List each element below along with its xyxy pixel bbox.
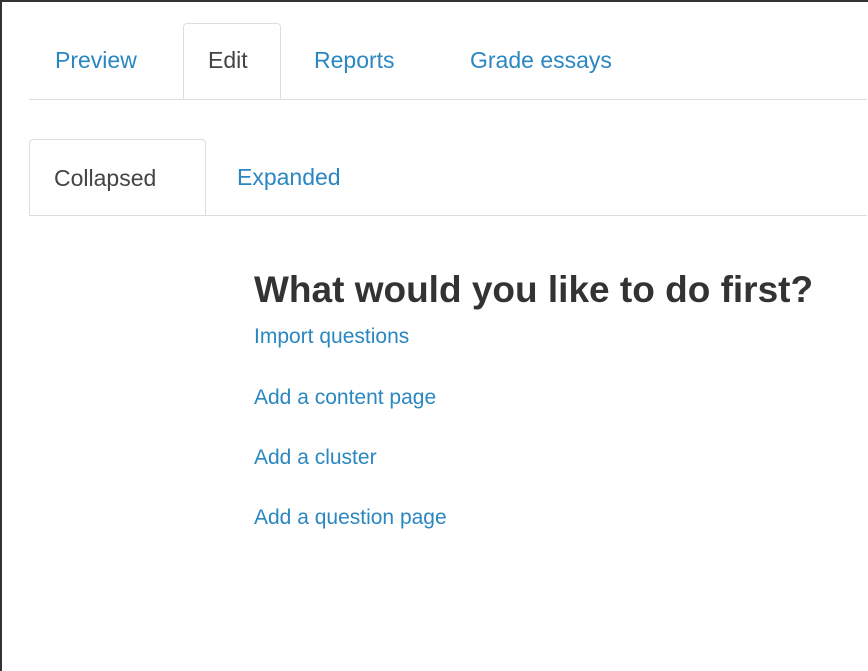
tab-reports[interactable]: Reports (314, 49, 395, 72)
secondary-tab-bar: Collapsed Expanded (29, 139, 867, 216)
tab-grade-essays[interactable]: Grade essays (470, 49, 612, 72)
tab-collapsed-label: Collapsed (54, 165, 157, 191)
main-content: What would you like to do first? Import … (254, 259, 867, 581)
primary-tab-bar: Preview Edit Reports Grade essays (29, 23, 867, 100)
frame-border-top (0, 0, 868, 2)
tab-grade-essays-label: Grade essays (470, 47, 612, 73)
tab-preview-label: Preview (55, 47, 137, 73)
add-cluster-link[interactable]: Add a cluster (254, 446, 377, 470)
tab-edit-label: Edit (208, 47, 248, 73)
tab-expanded[interactable]: Expanded (237, 166, 341, 189)
add-content-page-link[interactable]: Add a content page (254, 386, 436, 410)
tab-reports-label: Reports (314, 47, 395, 73)
add-question-page-link[interactable]: Add a question page (254, 506, 447, 530)
page-heading: What would you like to do first? (254, 269, 814, 310)
tab-expanded-label: Expanded (237, 164, 341, 190)
action-link-list: Import questions Add a content page Add … (254, 321, 867, 581)
import-questions-link[interactable]: Import questions (254, 325, 409, 349)
tab-collapsed[interactable]: Collapsed (29, 139, 206, 215)
tab-edit[interactable]: Edit (183, 23, 281, 99)
page-frame: Preview Edit Reports Grade essays Collap… (0, 0, 867, 670)
tab-preview[interactable]: Preview (55, 49, 137, 72)
frame-border-left (0, 0, 2, 671)
